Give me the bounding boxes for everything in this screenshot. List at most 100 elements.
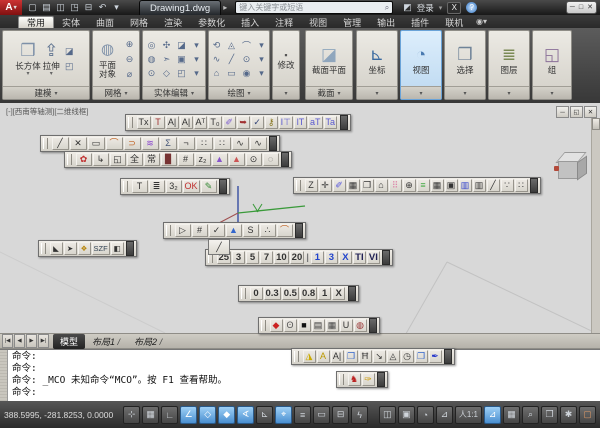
snap-toolbar-icon[interactable]: z₂	[195, 153, 211, 166]
layout-nav-button[interactable]: ▶|	[38, 334, 49, 348]
solid-editing-tool[interactable]: ⊙	[144, 67, 159, 80]
view-button[interactable]: ◔ 视图	[412, 44, 429, 75]
search-input[interactable]: 键入关键字或短语 ⌕	[235, 1, 393, 14]
toolbar-mini[interactable]: ♞✑	[336, 371, 388, 388]
ribbon-tab[interactable]: 插件	[403, 16, 437, 28]
status-toggle-button[interactable]: ⊹	[123, 406, 140, 424]
draw-order-icon[interactable]: A	[317, 350, 330, 363]
decimal-value-button[interactable]: 0.8	[300, 287, 317, 300]
text-toolbar-icon[interactable]: ✓	[251, 116, 264, 129]
draw-toolbar-icon[interactable]: ▭	[88, 137, 105, 150]
ribbon-tab[interactable]: 插入	[233, 16, 267, 28]
decimal-value-button[interactable]: 0.3	[264, 287, 281, 300]
help-button[interactable]: ?	[466, 2, 477, 13]
snap-toolbar-icon[interactable]: ▉	[161, 153, 177, 166]
draw-tool[interactable]: ▭	[224, 67, 239, 80]
snap-toolbar-icon[interactable]: ▲	[229, 153, 245, 166]
status-toggle-button[interactable]: ∠	[180, 406, 197, 424]
status-right-button[interactable]: ▢	[579, 406, 596, 424]
misc-toolbar-icon[interactable]: ◣	[50, 242, 63, 255]
status-toggle-button[interactable]: ϟ	[351, 406, 368, 424]
draw-tool[interactable]: ◬	[224, 39, 239, 52]
quick-access-icon[interactable]: ◳	[68, 2, 81, 14]
snap-toolbar-icon[interactable]: ✿	[76, 153, 92, 166]
view-tools-icon[interactable]: ❐	[361, 179, 374, 192]
user-icon[interactable]: ◩	[403, 2, 412, 13]
snap-toolbar-icon[interactable]: 常	[144, 153, 160, 166]
section-plane-button[interactable]: ◪ 截面平面	[312, 44, 346, 75]
view-tools-icon[interactable]: ▣	[445, 179, 458, 192]
groups-panel-label[interactable]: ▾	[533, 86, 571, 99]
draw-tool[interactable]: ╱	[224, 53, 239, 66]
text-toolbar-icon[interactable]: I⊤	[279, 116, 293, 129]
view-tools-icon[interactable]: ▦	[431, 179, 444, 192]
draw-toolbar-icon[interactable]: ≋	[142, 137, 159, 150]
draw-toolbar-icon[interactable]: Σ	[160, 137, 177, 150]
draw-toolbar-icon[interactable]: ∿	[232, 137, 249, 150]
text-toolbar-icon[interactable]: A|	[166, 116, 179, 129]
text-toolbar-icon[interactable]: ⚷	[265, 116, 278, 129]
mesh-small-tool[interactable]: ⊖	[122, 53, 137, 66]
quick-access-icon[interactable]: ▤	[40, 2, 53, 14]
scale-value-button[interactable]: X	[339, 251, 352, 264]
status-toggle-button[interactable]: ≡	[294, 406, 311, 424]
draw-toolbar-icon[interactable]: ∷	[196, 137, 213, 150]
ribbon-tab[interactable]: 网格	[122, 16, 156, 28]
draw-order-icon[interactable]: ❐	[345, 350, 358, 363]
draw-order-icon[interactable]: Ħ	[359, 350, 372, 363]
mini-toolbar-icon[interactable]: ✑	[362, 373, 375, 386]
text-format-icon[interactable]: 3₂	[166, 180, 182, 193]
view-tools-icon[interactable]: ╱	[487, 179, 500, 192]
planar-object-button[interactable]: ◍ 平面对象	[95, 39, 120, 79]
view-tools-icon[interactable]: ⌂	[375, 179, 388, 192]
view-tools-icon[interactable]: ∷	[515, 179, 528, 192]
status-toggle-button[interactable]: ∟	[161, 406, 178, 424]
status-toggle-button[interactable]: ▦	[142, 406, 159, 424]
mesh-small-tool[interactable]: ⊕	[122, 38, 137, 51]
draw-panel-label[interactable]: 绘图▾	[209, 86, 269, 99]
toolbar-scales[interactable]: 253571020|13XTIVI	[205, 249, 393, 266]
drawing-window-control-button[interactable]: ◱	[570, 106, 583, 118]
sign-in-button[interactable]: 登录	[417, 2, 434, 14]
decimal-value-button[interactable]: X	[332, 287, 345, 300]
layout-nav-button[interactable]: ▶	[26, 334, 37, 348]
solid-editing-tool[interactable]: ▣	[174, 53, 189, 66]
view-tools-icon[interactable]: ✐	[333, 179, 346, 192]
modify-button[interactable]: ▪ 修改	[277, 49, 294, 70]
layers-panel-label[interactable]: ▾	[489, 86, 529, 99]
view-tools-icon[interactable]: ≡	[417, 179, 430, 192]
solid-editing-tool[interactable]: ◇	[159, 67, 174, 80]
layout-tab[interactable]: 布局1	[85, 334, 127, 349]
decimal-value-button[interactable]: 0.5	[282, 287, 299, 300]
exchange-button[interactable]: X	[447, 2, 461, 14]
draw-tool[interactable]: ∿	[209, 53, 224, 66]
view-tools-icon[interactable]: ▥	[473, 179, 486, 192]
text-toolbar-icon[interactable]: T	[152, 116, 165, 129]
ribbon-tab-overflow-icon[interactable]: ◉▾	[476, 17, 487, 26]
ribbon-tab[interactable]: 输出	[369, 16, 403, 28]
draw-order-icon[interactable]: ❐	[415, 350, 428, 363]
toolbar-text[interactable]: TxTA|A|AᵀT₀✐➥✓⚷I⊤lTaTTa	[125, 114, 351, 131]
text-toolbar-icon[interactable]: A|	[180, 116, 193, 129]
draw-tool[interactable]: ⌒	[239, 39, 254, 52]
dimension-toolbar-icon[interactable]: ∴	[260, 224, 276, 237]
view-tools-icon[interactable]: ⊕	[403, 179, 416, 192]
document-caret-icon[interactable]: ▸	[223, 3, 227, 12]
scale-value-button[interactable]: |	[305, 251, 310, 264]
solid-editing-tool[interactable]: ◪	[174, 39, 189, 52]
view-tools-icon[interactable]: ∵	[501, 179, 514, 192]
render-toolbar-icon[interactable]: ▦	[326, 319, 339, 332]
toolbar-draw[interactable]: ╱✕▭⌒⊃≋Σ¬∷∷∿∿	[40, 135, 280, 152]
layout-nav-button[interactable]: |◀	[2, 334, 13, 348]
draw-toolbar-icon[interactable]: ╱	[52, 137, 69, 150]
text-toolbar-icon[interactable]: ➥	[237, 116, 250, 129]
window-control-button[interactable]: ✕	[587, 4, 593, 11]
snap-toolbar-icon[interactable]: ◌	[263, 153, 279, 166]
status-toggle-button[interactable]: ◇	[199, 406, 216, 424]
status-right-button[interactable]: 人1:1	[455, 406, 482, 424]
text-toolbar-icon[interactable]: lT	[294, 116, 307, 129]
render-toolbar-icon[interactable]: ◍	[354, 319, 367, 332]
snap-toolbar-icon[interactable]: ↳	[93, 153, 109, 166]
text-toolbar-icon[interactable]: Aᵀ	[194, 116, 208, 129]
status-toggle-button[interactable]: ∢	[237, 406, 254, 424]
